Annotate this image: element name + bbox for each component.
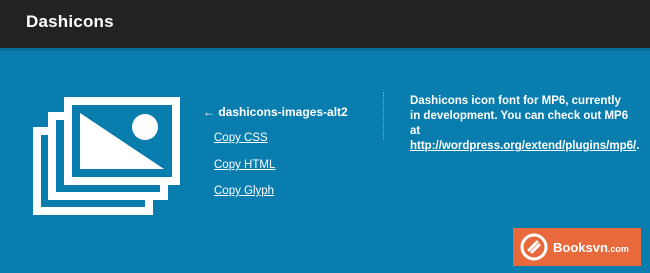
watermark-brand: Booksvn — [553, 240, 608, 255]
watermark: Booksvn.com — [513, 228, 641, 266]
watermark-suffix: .com — [607, 244, 629, 254]
divider — [383, 92, 384, 140]
mp6-plugin-link[interactable]: http://wordpress.org/extend/plugins/mp6/ — [410, 140, 636, 152]
top-bar: Dashicons — [0, 0, 650, 48]
info-text-body: Dashicons icon font for MP6, currently i… — [410, 95, 629, 137]
booksvn-logo-icon — [520, 233, 548, 261]
watermark-text: Booksvn.com — [553, 240, 629, 255]
info-text: Dashicons icon font for MP6, currently i… — [410, 94, 639, 154]
images-alt2-icon — [33, 97, 180, 215]
top-bar-shadow — [0, 48, 650, 51]
page-title: Dashicons — [26, 12, 114, 31]
icon-caption: ← dashicons-images-alt2 — [203, 105, 348, 119]
copy-glyph-link[interactable]: Copy Glyph — [214, 185, 274, 197]
copy-css-link[interactable]: Copy CSS — [214, 132, 268, 144]
info-text-end: . — [636, 140, 640, 152]
copy-html-link[interactable]: Copy HTML — [214, 159, 275, 171]
